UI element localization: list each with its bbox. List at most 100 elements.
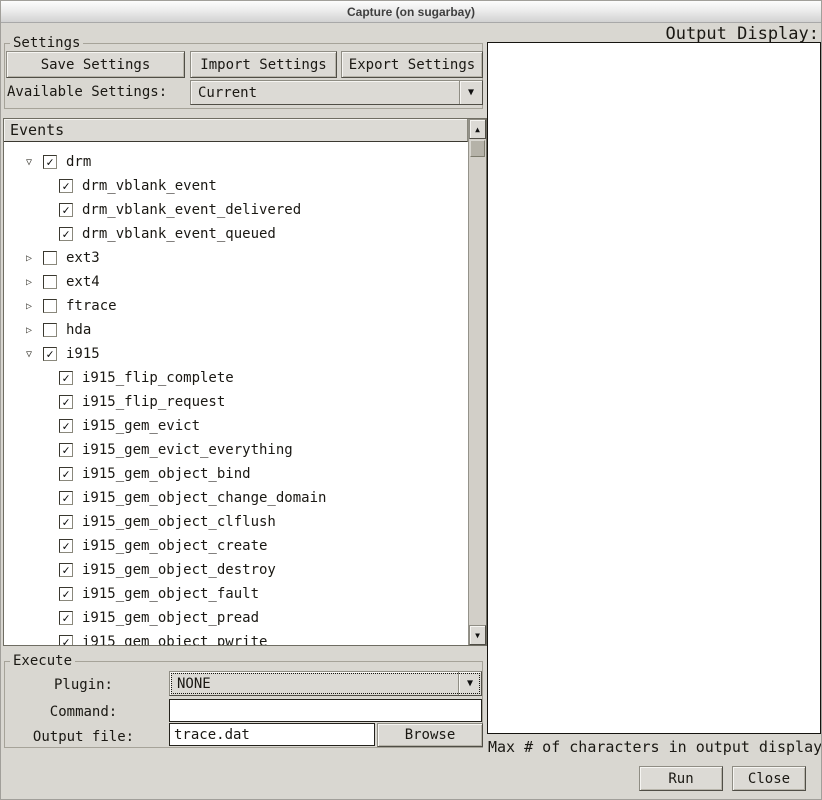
event-label[interactable]: i915_gem_evict_everything (82, 442, 293, 458)
tree-row: ▷ hda (4, 318, 468, 342)
event-label[interactable]: i915_gem_object_pwrite (82, 634, 267, 645)
event-label[interactable]: i915_gem_object_destroy (82, 562, 276, 578)
settings-frame-label: Settings (10, 35, 83, 51)
event-checkbox[interactable] (43, 275, 57, 289)
tree-row: ✓ i915_flip_request (4, 390, 468, 414)
event-checkbox[interactable] (43, 323, 57, 337)
tree-row: ✓ i915_gem_object_pread (4, 606, 468, 630)
export-settings-button[interactable]: Export Settings (341, 51, 483, 78)
event-label[interactable]: ext4 (66, 274, 100, 290)
events-column-header[interactable]: Events (4, 119, 468, 142)
tree-row: ✓ i915_gem_object_destroy (4, 558, 468, 582)
tree-row: ✓ i915_gem_object_fault (4, 582, 468, 606)
tree-row: ▽ ✓ drm (4, 150, 468, 174)
tree-row: ▷ ext4 (4, 270, 468, 294)
tree-row: ✓ i915_gem_object_clflush (4, 510, 468, 534)
event-checkbox[interactable]: ✓ (43, 347, 57, 361)
event-checkbox[interactable]: ✓ (43, 155, 57, 169)
event-checkbox[interactable]: ✓ (59, 179, 73, 193)
event-checkbox[interactable]: ✓ (59, 395, 73, 409)
tree-row: ✓ i915_flip_complete (4, 366, 468, 390)
available-settings-value: Current (191, 81, 459, 104)
tree-row: ✓ i915_gem_object_create (4, 534, 468, 558)
event-label[interactable]: i915_gem_object_bind (82, 466, 251, 482)
available-settings-combo[interactable]: Current ▼ (190, 80, 483, 105)
event-label[interactable]: i915_gem_object_create (82, 538, 267, 554)
event-label[interactable]: i915_gem_object_clflush (82, 514, 276, 530)
execute-frame-label: Execute (10, 653, 75, 669)
titlebar[interactable]: Capture (on sugarbay) (1, 1, 821, 23)
event-checkbox[interactable]: ✓ (59, 635, 73, 645)
chevron-down-icon: ▼ (459, 81, 482, 104)
chevron-down-icon: ▼ (458, 672, 481, 695)
tree-row: ✓ i915_gem_evict_everything (4, 438, 468, 462)
event-label[interactable]: ext3 (66, 250, 100, 266)
expander-collapsed-icon[interactable]: ▷ (22, 325, 36, 336)
event-checkbox[interactable]: ✓ (59, 443, 73, 457)
save-settings-button[interactable]: Save Settings (6, 51, 185, 78)
event-checkbox[interactable]: ✓ (59, 227, 73, 241)
event-label[interactable]: drm (66, 154, 91, 170)
event-checkbox[interactable]: ✓ (59, 611, 73, 625)
event-checkbox[interactable]: ✓ (59, 491, 73, 505)
close-button[interactable]: Close (732, 766, 806, 791)
event-checkbox[interactable]: ✓ (59, 371, 73, 385)
output-file-input[interactable] (169, 723, 375, 746)
event-label[interactable]: ftrace (66, 298, 117, 314)
event-label[interactable]: i915_gem_object_change_domain (82, 490, 326, 506)
output-display-label: Output Display: (665, 24, 819, 44)
event-checkbox[interactable]: ✓ (59, 587, 73, 601)
event-checkbox[interactable]: ✓ (59, 203, 73, 217)
tree-row: ▷ ext3 (4, 246, 468, 270)
scrollbar-thumb[interactable] (470, 140, 485, 157)
event-label[interactable]: i915_gem_evict (82, 418, 200, 434)
tree-row: ✓ i915_gem_object_bind (4, 462, 468, 486)
output-file-label: Output file: (1, 729, 166, 745)
expander-collapsed-icon[interactable]: ▷ (22, 253, 36, 264)
tree-row: ✓ drm_vblank_event_delivered (4, 198, 468, 222)
event-checkbox[interactable] (43, 299, 57, 313)
tree-row: ✓ i915_gem_object_pwrite (4, 630, 468, 645)
output-display-area[interactable] (487, 42, 821, 734)
command-label: Command: (1, 704, 166, 720)
expander-expanded-icon[interactable]: ▽ (22, 157, 36, 168)
event-checkbox[interactable]: ✓ (59, 515, 73, 529)
tree-row: ▷ ftrace (4, 294, 468, 318)
import-settings-button[interactable]: Import Settings (190, 51, 337, 78)
event-checkbox[interactable]: ✓ (59, 419, 73, 433)
event-checkbox[interactable]: ✓ (59, 467, 73, 481)
event-label[interactable]: hda (66, 322, 91, 338)
event-checkbox[interactable] (43, 251, 57, 265)
event-label[interactable]: drm_vblank_event_delivered (82, 202, 301, 218)
event-label[interactable]: i915_gem_object_pread (82, 610, 259, 626)
events-panel: Events ▽ ✓ drm ✓ drm_vblank_event ✓ drm_vblank… (3, 118, 487, 646)
max-chars-label: Max # of characters in output display (488, 738, 822, 756)
expander-expanded-icon[interactable]: ▽ (22, 349, 36, 360)
event-label[interactable]: drm_vblank_event_queued (82, 226, 276, 242)
plugin-value: NONE (170, 672, 458, 695)
scroll-up-icon[interactable]: ▲ (469, 119, 486, 139)
plugin-combo[interactable]: NONE ▼ (169, 671, 482, 696)
event-checkbox[interactable]: ✓ (59, 563, 73, 577)
tree-row: ▽ ✓ i915 (4, 342, 468, 366)
events-scrollbar[interactable]: ▲ ▼ (468, 119, 486, 645)
event-label[interactable]: i915_gem_object_fault (82, 586, 259, 602)
capture-window: Capture (on sugarbay) Output Display: Ma… (0, 0, 822, 800)
command-input[interactable] (169, 699, 482, 722)
event-label[interactable]: i915_flip_complete (82, 370, 234, 386)
expander-collapsed-icon[interactable]: ▷ (22, 277, 36, 288)
tree-row: ✓ i915_gem_object_change_domain (4, 486, 468, 510)
run-button[interactable]: Run (639, 766, 723, 791)
scroll-down-icon[interactable]: ▼ (469, 625, 486, 645)
event-label[interactable]: drm_vblank_event (82, 178, 217, 194)
event-checkbox[interactable]: ✓ (59, 539, 73, 553)
tree-row: ✓ i915_gem_evict (4, 414, 468, 438)
expander-collapsed-icon[interactable]: ▷ (22, 301, 36, 312)
event-label[interactable]: i915_flip_request (82, 394, 225, 410)
browse-button[interactable]: Browse (377, 723, 483, 747)
event-label[interactable]: i915 (66, 346, 100, 362)
events-tree-body: ▽ ✓ drm ✓ drm_vblank_event ✓ drm_vblank_event_… (4, 143, 468, 645)
plugin-label: Plugin: (1, 677, 166, 693)
available-settings-label: Available Settings: (7, 84, 167, 100)
window-title: Capture (on sugarbay) (347, 5, 475, 19)
